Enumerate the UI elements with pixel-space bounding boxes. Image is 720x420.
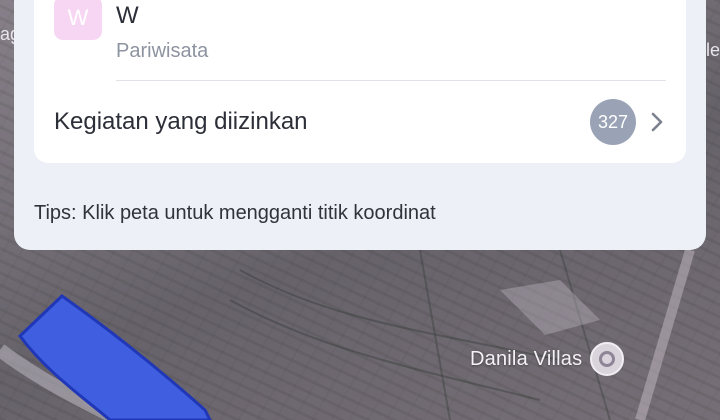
zone-card: W W Pariwisata Kegiatan yang diizinkan 3… [34,0,686,163]
zone-info-panel: W W Pariwisata Kegiatan yang diizinkan 3… [14,0,706,250]
chevron-right-icon[interactable] [648,111,666,133]
selected-parcel-polygon [18,294,212,420]
allowed-activities-row[interactable]: Kegiatan yang diizinkan 327 [34,82,686,162]
map-edge-label-right: le [705,40,720,60]
activities-count-badge: 327 [590,99,636,145]
zone-avatar: W [54,0,102,40]
map-poi-marker[interactable]: Danila Villas [470,342,625,376]
zone-title: W [116,2,139,29]
location-pin-icon[interactable] [590,342,625,376]
poi-label: Danila Villas [470,347,583,370]
divider [116,80,666,81]
allowed-activities-label: Kegiatan yang diizinkan [54,108,308,135]
zone-subtitle: Pariwisata [116,40,209,62]
tips-text: Tips: Klik peta untuk mengganti titik ko… [34,202,436,224]
